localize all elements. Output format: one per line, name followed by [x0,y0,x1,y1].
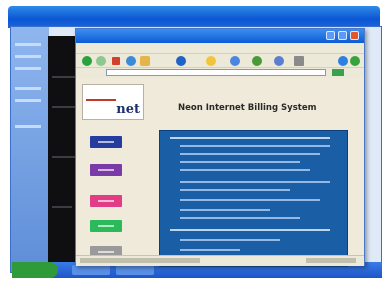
history-icon[interactable] [252,56,262,66]
outer-window-side-pane [11,27,49,272]
nav-button-label [98,169,114,171]
content-line [180,161,300,163]
content-line [180,145,330,147]
site-logo[interactable]: net [82,84,144,120]
status-segment [80,258,200,263]
go-button[interactable] [332,69,344,76]
refresh-icon[interactable] [126,56,136,66]
address-input[interactable] [106,69,326,76]
side-pane-item[interactable] [15,99,41,102]
nav-button-3[interactable] [90,195,122,207]
status-segment [306,258,356,263]
content-line [170,229,330,231]
side-pane-item[interactable] [15,55,41,58]
content-line [180,209,270,211]
nav-button-1[interactable] [90,136,122,148]
panel-line [52,106,76,108]
logo-mark: net [116,102,140,117]
start-button[interactable] [12,262,58,278]
content-line [180,153,320,155]
taskbar-task[interactable] [116,265,154,275]
logo-stripe [86,99,116,101]
address-bar [76,67,364,78]
content-line [180,181,330,183]
side-pane-item[interactable] [15,87,41,90]
content-panel [159,130,348,267]
print-icon[interactable] [294,56,304,66]
panel-line [52,206,72,208]
minimize-button[interactable] [326,31,335,40]
stop-icon[interactable] [112,57,120,65]
msn-icon[interactable] [338,56,348,66]
content-line [180,169,310,171]
search-icon[interactable] [176,56,186,66]
browser-title-bar[interactable] [76,29,364,43]
outer-window-title-bar[interactable] [8,6,380,28]
maximize-button[interactable] [338,31,347,40]
browser-status-bar [76,255,364,266]
browser-window: net Neon Internet Billing System [75,28,365,267]
nav-button-label [98,225,114,227]
content-line [180,239,280,241]
web-page: net Neon Internet Billing System [76,78,364,267]
nav-button-label [98,251,114,253]
content-line [180,217,300,219]
taskbar-task[interactable] [72,265,110,275]
messenger-icon[interactable] [350,56,360,66]
browser-toolbar [76,53,364,68]
nav-button-2[interactable] [90,164,122,176]
nav-button-label [98,141,114,143]
content-line [180,249,240,251]
nav-button-4[interactable] [90,220,122,232]
content-line [180,199,320,201]
nav-button-label [98,200,114,202]
mail-icon[interactable] [274,56,284,66]
forward-icon[interactable] [96,56,106,66]
media-icon[interactable] [230,56,240,66]
page-title: Neon Internet Billing System [178,103,317,113]
content-line [180,189,290,191]
side-pane-item[interactable] [15,125,41,128]
back-icon[interactable] [82,56,92,66]
close-button[interactable] [350,31,359,40]
content-line [170,137,330,139]
favorites-icon[interactable] [206,56,216,66]
side-pane-item[interactable] [15,67,41,70]
home-icon[interactable] [140,56,150,66]
side-pane-item[interactable] [15,43,41,46]
menu-bar [76,43,364,53]
